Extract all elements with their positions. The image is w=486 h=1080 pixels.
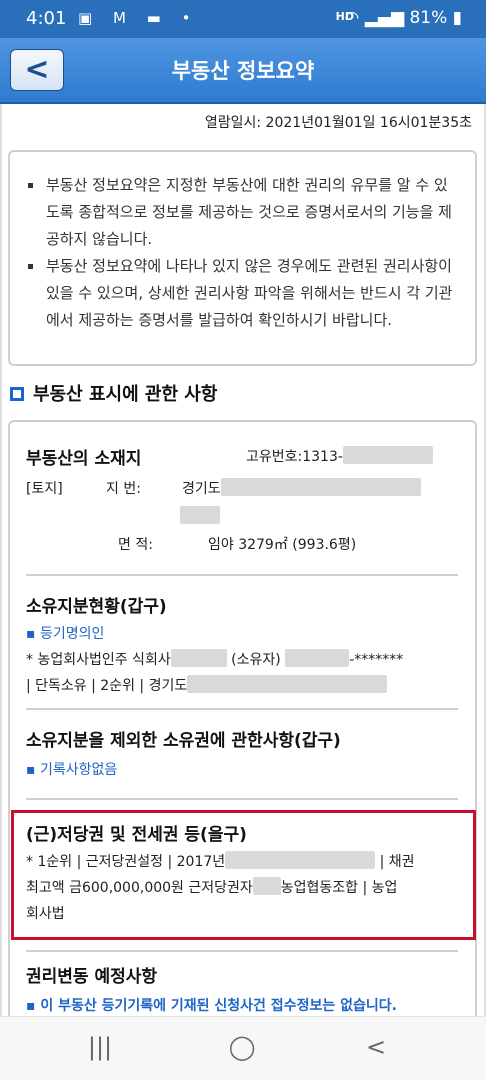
lot-row: [토지] 지 번: 경기도 (26, 476, 456, 502)
masked-value (170, 649, 227, 667)
masked-value (220, 478, 421, 496)
notice-box: 부동산 정보요약은 지정한 부동산에 대한 권리의 유무를 알 수 있도록 종합… (8, 150, 477, 366)
masked-value (180, 506, 220, 524)
notice-item: 부동산 정보요약에 나타나 있지 않은 경우에도 관련된 권리사항이 있을 수 … (28, 253, 461, 334)
divider (26, 798, 458, 800)
system-nav-bar: ||| ◯ < (0, 1016, 486, 1080)
nav-back-button[interactable]: < (356, 1033, 396, 1061)
page-title: 부동산 정보요약 (171, 59, 315, 83)
area-value: 임야 3279㎡ (993.6평) (208, 537, 357, 553)
app-header: < 부동산 정보요약 (0, 38, 486, 104)
masked-value (252, 877, 281, 895)
mortgage-title: (근)저당권 및 전세권 등(을구) (26, 825, 247, 845)
back-button[interactable]: < (10, 49, 64, 91)
pending-status: ▪ 이 부동산 등기기록에 기재된 신청사건 접수정보는 없습니다. (26, 998, 397, 1014)
lot-label: 지 번: (106, 481, 141, 497)
location-block: 부동산의 소재지 고유번호:1313- (26, 444, 456, 469)
area-label: 면 적: (118, 537, 153, 553)
mortgage-holder-row: 회사법 (26, 906, 65, 922)
owner-row: * 농업회사법인주 식회사 (소유자) -******* (26, 647, 456, 673)
recent-apps-icon: ||| (87, 1033, 113, 1061)
home-icon: ◯ (228, 1033, 256, 1061)
location-title: 부동산의 소재지 (26, 449, 142, 469)
lot-value-cont (180, 506, 240, 525)
recent-apps-button[interactable]: ||| (80, 1033, 120, 1061)
view-timestamp: 열람일시: 2021년01월01일 16시01분35초 (204, 115, 472, 131)
square-bullet-icon (10, 387, 24, 401)
registrant-link[interactable]: ▪ 등기명의인 (26, 623, 456, 643)
other-rights-status: ▪ 기록사항없음 (26, 762, 118, 778)
divider (26, 950, 458, 952)
ownership-block: 소유지분현황(갑구) ▪ 등기명의인 * 농업회사법인주 식회사 (소유자) -… (26, 592, 456, 699)
signal-icon: ▂▄▆ (364, 8, 405, 28)
masked-value (187, 675, 388, 693)
notice-item: 부동산 정보요약은 지정한 부동산에 대한 권리의 유무를 알 수 있도록 종합… (28, 172, 461, 253)
status-bar: 4:01 ▣ M ▬ • HD ◠ ▂▄▆ 81% ▮ (0, 0, 486, 38)
status-time: 4:01 (26, 8, 67, 29)
battery-icon: ▮ (452, 8, 462, 28)
other-rights-block: 소유지분을 제외한 소유권에 관한사항(갑구) ▪ 기록사항없음 (26, 726, 456, 779)
pending-title: 권리변동 예정사항 (26, 967, 158, 987)
mortgage-block: (근)저당권 및 전세권 등(을구) * 1순위 | 근저당권설정 | 2017… (26, 820, 456, 927)
wifi-icon: ◠ (344, 8, 360, 28)
main-content[interactable]: 열람일시: 2021년01월01일 16시01분35초 부동산 정보요약은 지정… (0, 104, 486, 1016)
land-type: [토지] (26, 481, 63, 497)
other-rights-title: 소유지분을 제외한 소유권에 관한사항(갑구) (26, 731, 341, 751)
battery-level: ◠ ▂▄▆ 81% ▮ (344, 8, 462, 28)
unique-number: 고유번호:1313- (246, 444, 433, 470)
mortgage-amount-row: 최고액 금600,000,000원 근저당권자 농업협동조합 | 농업 (26, 875, 456, 901)
section-title: 부동산 표시에 관한 사항 (10, 380, 217, 406)
lot-value: 경기도 (182, 476, 421, 502)
owner-detail-row: | 단독소유 | 2순위 | 경기도 (26, 673, 456, 699)
chevron-left-icon: < (24, 52, 50, 87)
ownership-title: 소유지분현황(갑구) (26, 597, 167, 617)
mortgage-row: * 1순위 | 근저당권설정 | 2017년 | 채권 (26, 849, 456, 875)
masked-value (285, 649, 350, 667)
masked-value (225, 851, 376, 869)
pending-block: 권리변동 예정사항 ▪ 이 부동산 등기기록에 기재된 신청사건 접수정보는 없… (26, 962, 456, 1015)
divider (0, 104, 2, 1016)
back-icon: < (365, 1033, 387, 1061)
divider (26, 708, 458, 710)
notification-icons: ▣ M ▬ • (78, 9, 199, 27)
divider (26, 574, 458, 576)
home-button[interactable]: ◯ (222, 1033, 262, 1061)
masked-value (342, 446, 433, 464)
